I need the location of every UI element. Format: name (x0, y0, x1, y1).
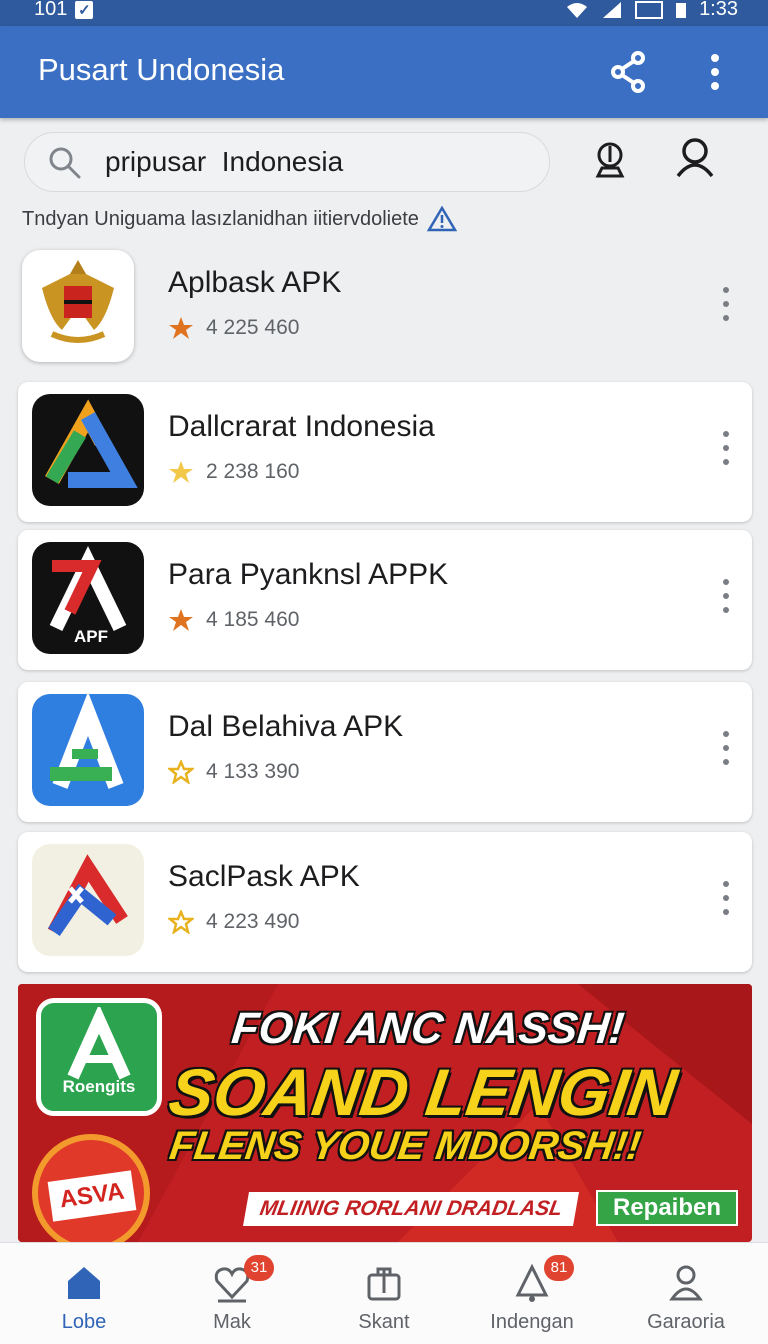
app-rating: 4 133 390 (168, 760, 299, 784)
app-name: Dallcrarat Indonesia (168, 410, 435, 443)
garuda-app-icon (22, 250, 134, 362)
bottom-nav: Lobe 31 Mak Skant 81 Indengan Garaoria (0, 1242, 768, 1344)
search-icon (49, 147, 81, 179)
belahiva-app-icon (32, 694, 144, 806)
status-left-text: 101 (34, 0, 68, 20)
search-input[interactable] (105, 141, 525, 183)
nav-label: Lobe (61, 1311, 107, 1333)
check-box-icon: ✓ (75, 0, 94, 19)
app-rating: 4 225 460 (168, 316, 299, 340)
banner-headline-1: FOKI ANC NASSH! (229, 1004, 627, 1053)
signal-icon (603, 1, 622, 18)
more-vert-icon[interactable] (718, 428, 734, 468)
nav-label: Indengan (490, 1311, 574, 1333)
app-card[interactable]: SaclPask APK 4 223 490 (18, 832, 752, 972)
app-title: Pusart Undonesia (38, 52, 285, 87)
bag-icon (367, 1267, 401, 1301)
more-vert-icon[interactable] (718, 284, 734, 324)
rating-value: 4 223 490 (206, 910, 300, 933)
app-bar: Pusart Undonesia (0, 26, 768, 118)
banner-badge: ASVA (32, 1134, 150, 1242)
banner-logo-text: Roengits (62, 1077, 136, 1096)
nav-item-account[interactable]: Garaoria (616, 1243, 756, 1344)
more-vert-icon[interactable] (718, 878, 734, 918)
nav-badge: 31 (244, 1255, 274, 1281)
app-card[interactable]: Dallcrarat Indonesia 2 238 160 (18, 382, 752, 522)
results-subtitle: Tndyan Uniguama lasızlanidhan iitiervdol… (22, 206, 457, 232)
saclpask-app-icon (32, 844, 144, 956)
profile-icon[interactable] (674, 136, 716, 180)
status-right: 1:33 (565, 0, 738, 21)
banner-cta-button[interactable]: Repaiben (596, 1190, 738, 1226)
banner-headline-2: SOAND LENGIN (164, 1055, 682, 1129)
nav-label: Mak (213, 1311, 251, 1333)
status-left: 101 ✓ (34, 0, 94, 21)
person-icon (669, 1265, 703, 1301)
app-name: SaclPask APK (168, 860, 360, 893)
star-icon (168, 760, 194, 784)
banner-tagline: MLIINIG RORLANI DRADLASL (243, 1192, 580, 1226)
promo-banner[interactable]: Roengits ASVA FOKI ANC NASSH! SOAND LENG… (18, 984, 752, 1242)
app-name: Aplbask APK (168, 266, 342, 299)
rating-value: 4 185 460 (206, 608, 300, 631)
nav-item-store[interactable]: Skant (314, 1243, 454, 1344)
mic-icon[interactable] (590, 138, 630, 182)
nav-label: Garaoria (647, 1311, 725, 1333)
star-icon (168, 910, 194, 934)
search-bar[interactable] (24, 132, 550, 192)
warning-icon (426, 206, 457, 232)
dallcrarat-app-icon (32, 394, 144, 506)
app-rating: 4 185 460 (168, 608, 299, 632)
more-vert-icon[interactable] (718, 728, 734, 768)
banner-badge-text: ASVA (47, 1170, 137, 1222)
status-time: 1:33 (699, 0, 738, 20)
banner-headline-3: FLENS YOUE MDORSH!! (166, 1124, 644, 1168)
rating-value: 4 225 460 (206, 316, 300, 339)
nav-badge: 81 (544, 1255, 574, 1281)
star-icon (169, 461, 193, 483)
nav-item-home[interactable]: Lobe (14, 1243, 154, 1344)
app-name: Dal Belahiva APK (168, 710, 404, 743)
star-icon (169, 609, 193, 631)
rating-value: 4 133 390 (206, 760, 300, 783)
banner-logo: Roengits (36, 998, 162, 1116)
status-bar: 101 ✓ 1:33 (0, 0, 768, 26)
nav-label: Skant (358, 1311, 410, 1333)
more-vert-icon[interactable] (718, 576, 734, 616)
app-card[interactable]: Dal Belahiva APK 4 133 390 (18, 682, 752, 822)
apk-icon-label: APF (74, 627, 108, 646)
apk-app-icon: APF (32, 542, 144, 654)
star-icon (169, 317, 193, 339)
nav-item-notifications[interactable]: 81 Indengan (462, 1243, 602, 1344)
app-rating: 2 238 160 (168, 460, 299, 484)
subtitle-text: Tndyan Uniguama lasızlanidhan iitiervdol… (22, 207, 419, 230)
wifi-icon (567, 2, 588, 18)
more-vert-icon[interactable] (700, 50, 730, 94)
app-name: Para Pyanknsl APPK (168, 558, 449, 591)
sim-icon (635, 0, 664, 19)
app-rating: 4 223 490 (168, 910, 299, 934)
banner-logo-icon (67, 1007, 131, 1080)
home-icon (68, 1267, 100, 1299)
app-card[interactable]: APF Para Pyanknsl APPK 4 185 460 (18, 530, 752, 670)
rating-value: 2 238 160 (206, 460, 300, 483)
app-card[interactable]: Aplbask APK 4 225 460 (18, 238, 752, 378)
nav-item-favorites[interactable]: 31 Mak (162, 1243, 302, 1344)
share-icon[interactable] (608, 50, 648, 94)
battery-icon (676, 2, 687, 18)
